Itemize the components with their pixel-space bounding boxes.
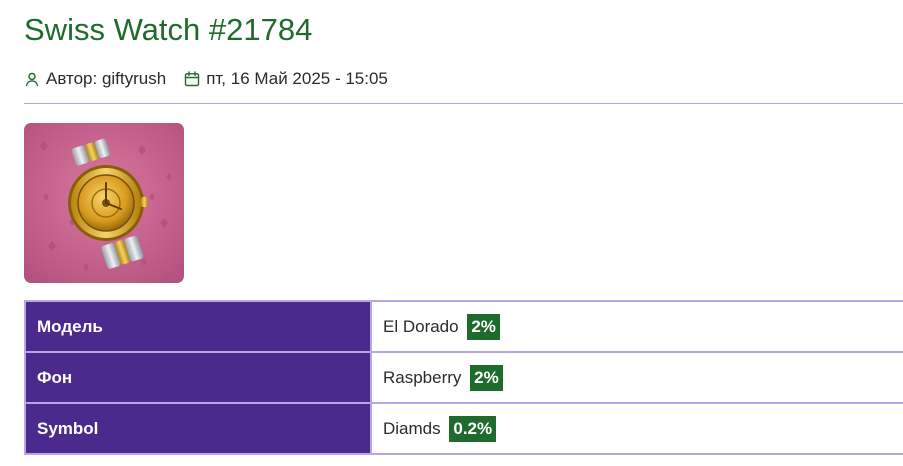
post-meta: Автор: giftyrush пт, 16 Май 2025 - 15:05	[24, 66, 388, 92]
attribute-value-cell: Raspberry 2%	[370, 351, 903, 404]
page-title: Swiss Watch #21784	[24, 12, 313, 47]
rarity-badge: 0.2%	[449, 415, 497, 442]
rarity-badge: 2%	[470, 364, 503, 391]
attribute-value: El Dorado	[383, 316, 459, 336]
attribute-row-symbol: Symbol Diamds 0.2%	[24, 402, 903, 455]
attribute-value-cell: Diamds 0.2%	[370, 402, 903, 455]
attribute-value: Raspberry	[383, 367, 462, 387]
attribute-label: Фон	[24, 351, 371, 404]
header-divider	[24, 103, 903, 104]
rarity-badge: 2%	[467, 313, 500, 340]
attribute-row-model: Модель El Dorado 2%	[24, 300, 903, 353]
attributes-table: Модель El Dorado 2% Фон Raspberry 2% Sym…	[24, 300, 903, 455]
date-text: пт, 16 Май 2025 - 15:05	[206, 69, 388, 88]
attribute-label: Symbol	[24, 402, 371, 455]
post-date: пт, 16 Май 2025 - 15:05	[184, 69, 388, 89]
author-info: Автор: giftyrush	[24, 69, 166, 89]
user-icon	[24, 71, 40, 87]
gift-image[interactable]	[24, 123, 184, 283]
attribute-value-cell: El Dorado 2%	[370, 300, 903, 353]
watch-image	[24, 123, 184, 283]
attribute-value: Diamds	[383, 418, 441, 438]
attribute-row-background: Фон Raspberry 2%	[24, 351, 903, 404]
author-label: Автор: giftyrush	[46, 69, 167, 88]
attribute-label: Модель	[24, 300, 371, 353]
calendar-icon	[184, 71, 200, 87]
